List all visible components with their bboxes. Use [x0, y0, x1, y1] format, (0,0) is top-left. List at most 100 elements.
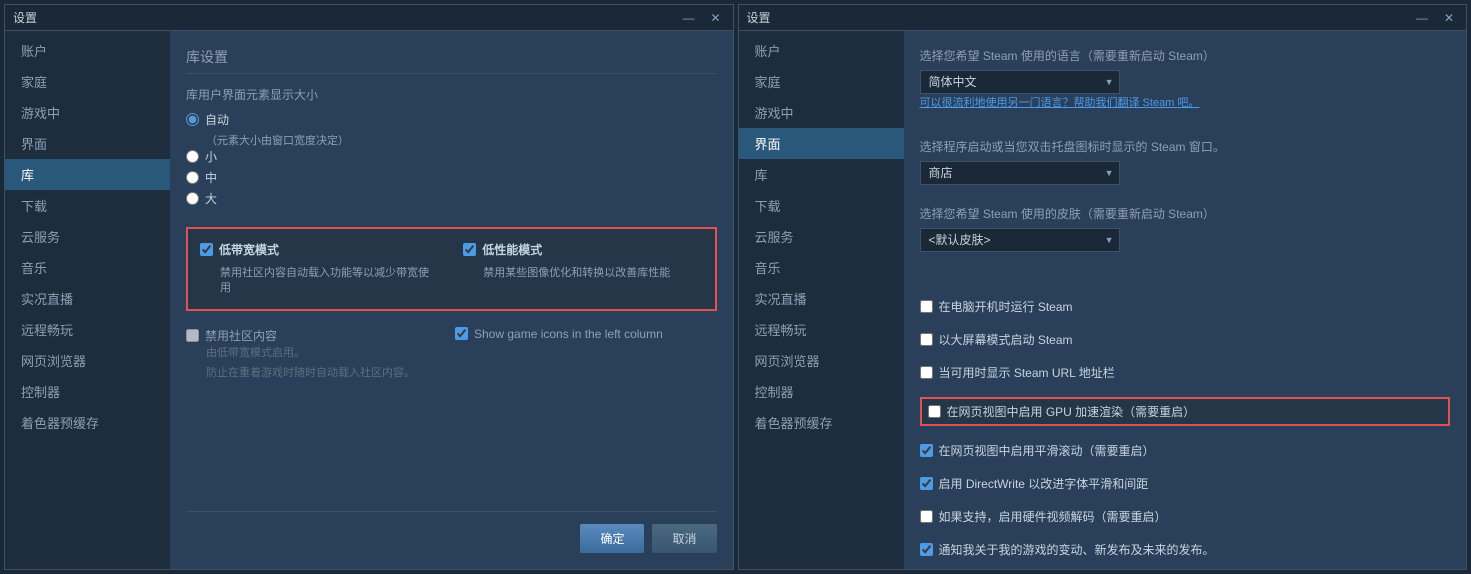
bigpicture-checkbox[interactable] — [920, 333, 933, 346]
sidebar-item-library-left[interactable]: 库 — [5, 159, 170, 190]
skin-group: 选择您希望 Steam 使用的皮肤（需要重新启动 Steam） <默认皮肤> — [920, 205, 1451, 252]
lang-link[interactable]: 可以很流利地使用另一门语言？帮助我们翻译 Steam 吧。 — [920, 94, 1451, 110]
radio-group: 自动 （元素大小由窗口宽度决定） 小 中 大 — [186, 111, 717, 211]
sidebar-item-family-left[interactable]: 家庭 — [5, 66, 170, 97]
sidebar-item-music-left[interactable]: 音乐 — [5, 252, 170, 283]
radio-auto-label: 自动 — [205, 111, 229, 128]
directwrite-row: 启用 DirectWrite 以改进字体平滑和间距 — [920, 475, 1451, 492]
sidebar-item-shader-left[interactable]: 着色器预缓存 — [5, 407, 170, 438]
sidebar-item-downloads-left[interactable]: 下载 — [5, 190, 170, 221]
lang-select-wrapper: 简体中文 — [920, 70, 1120, 94]
sidebar-item-shader-right[interactable]: 着色器预缓存 — [739, 407, 904, 438]
gpu-render-checkbox[interactable] — [928, 405, 941, 418]
right-close-btn[interactable]: ✕ — [1440, 11, 1458, 25]
left-main-content: 库设置 库用户界面元素显示大小 自动 （元素大小由窗口宽度决定） 小 中 — [170, 31, 733, 569]
sidebar-item-library-right[interactable]: 库 — [739, 159, 904, 190]
left-sidebar: 账户 家庭 游戏中 界面 库 下载 云服务 音乐 实况直播 远程畅玩 网页浏览器… — [5, 31, 170, 569]
left-cancel-btn[interactable]: 取消 — [652, 524, 716, 553]
low-perf-item: 低性能模式 — [463, 241, 702, 258]
radio-auto: 自动 — [186, 111, 717, 128]
right-window-body: 账户 家庭 游戏中 界面 库 下载 云服务 音乐 实况直播 远程畅玩 网页浏览器… — [739, 31, 1467, 569]
bottom-checkboxes: 禁用社区内容 由低带宽模式启用。 防止在重着游戏时随时自动载入社区内容。 Sho… — [186, 327, 717, 384]
notify-updates-label: 通知我关于我的游戏的变动、新发布及未来的发布。 — [939, 541, 1215, 558]
sidebar-item-family-right[interactable]: 家庭 — [739, 66, 904, 97]
hw-decode-label: 如果支持，启用硬件视频解码（需要重启） — [939, 508, 1167, 525]
left-section-title: 库设置 — [186, 47, 717, 74]
sidebar-item-cloud-right[interactable]: 云服务 — [739, 221, 904, 252]
sidebar-item-interface-right[interactable]: 界面 — [739, 128, 904, 159]
left-titlebar-controls: — ✕ — [678, 11, 724, 25]
notify-updates-checkbox[interactable] — [920, 543, 933, 556]
url-bar-row: 当可用时显示 Steam URL 地址栏 — [920, 364, 1451, 381]
sidebar-item-account-left[interactable]: 账户 — [5, 35, 170, 66]
smooth-scroll-checkbox[interactable] — [920, 444, 933, 457]
lang-label: 选择您希望 Steam 使用的语言（需要重新启动 Steam） — [920, 47, 1451, 64]
left-titlebar: 设置 — ✕ — [5, 5, 733, 31]
directwrite-label: 启用 DirectWrite 以改进字体平滑和间距 — [939, 475, 1149, 492]
sidebar-item-account-right[interactable]: 账户 — [739, 35, 904, 66]
directwrite-checkbox[interactable] — [920, 477, 933, 490]
url-bar-checkbox[interactable] — [920, 366, 933, 379]
sidebar-item-broadcast-right[interactable]: 实况直播 — [739, 283, 904, 314]
sidebar-item-remote-right[interactable]: 远程畅玩 — [739, 314, 904, 345]
right-main-content: 选择您希望 Steam 使用的语言（需要重新启动 Steam） 简体中文 可以很… — [904, 31, 1467, 569]
right-minimize-btn[interactable]: — — [1412, 11, 1432, 25]
checkbox-section-highlighted: 低带宽模式 禁用社区内容自动载入功能等以减少带宽使用 低性能模式 禁用某些图像优… — [186, 227, 717, 311]
smooth-scroll-row: 在网页视图中启用平滑滚动（需要重启） — [920, 442, 1451, 459]
left-minimize-btn[interactable]: — — [678, 11, 698, 25]
bigpicture-row: 以大屏幕模式启动 Steam — [920, 331, 1451, 348]
radio-medium-input[interactable] — [186, 171, 199, 184]
low-perf-checkbox[interactable] — [463, 243, 476, 256]
sidebar-item-cloud-left[interactable]: 云服务 — [5, 221, 170, 252]
startup-steam-label: 在电脑开机时运行 Steam — [939, 298, 1073, 315]
sidebar-item-controller-right[interactable]: 控制器 — [739, 376, 904, 407]
left-footer: 确定 取消 — [186, 511, 717, 553]
right-titlebar: 设置 — ✕ — [739, 5, 1467, 31]
sidebar-item-ingame-right[interactable]: 游戏中 — [739, 97, 904, 128]
radio-medium-label: 中 — [205, 169, 217, 186]
sidebar-item-ingame-left[interactable]: 游戏中 — [5, 97, 170, 128]
sidebar-item-controller-left[interactable]: 控制器 — [5, 376, 170, 407]
disable-community-checkbox[interactable] — [186, 329, 199, 342]
left-window: 设置 — ✕ 账户 家庭 游戏中 界面 库 下载 云服务 音乐 实况直播 远程畅… — [4, 4, 734, 570]
radio-small-input[interactable] — [186, 150, 199, 163]
sidebar-item-interface-left[interactable]: 界面 — [5, 128, 170, 159]
sidebar-item-downloads-right[interactable]: 下载 — [739, 190, 904, 221]
startup-select-wrapper: 商店 — [920, 161, 1120, 185]
smooth-scroll-label: 在网页视图中启用平滑滚动（需要重启） — [939, 442, 1155, 459]
skin-select-wrapper: <默认皮肤> — [920, 228, 1120, 252]
hw-decode-checkbox[interactable] — [920, 510, 933, 523]
radio-auto-sub: （元素大小由窗口宽度决定） — [206, 132, 717, 148]
low-perf-panel: 低性能模式 禁用某些图像优化和转换以改善库性能 — [451, 229, 714, 309]
radio-large-label: 大 — [205, 190, 217, 207]
startup-select[interactable]: 商店 — [920, 161, 1120, 185]
disable-community-label: 禁用社区内容 — [205, 327, 277, 344]
startup-steam-row: 在电脑开机时运行 Steam — [920, 298, 1451, 315]
disabled-note2: 防止在重着游戏时随时自动载入社区内容。 — [206, 364, 415, 380]
notify-updates-row: 通知我关于我的游戏的变动、新发布及未来的发布。 — [920, 541, 1451, 558]
low-bandwidth-panel: 低带宽模式 禁用社区内容自动载入功能等以减少带宽使用 — [188, 229, 451, 309]
right-sidebar: 账户 家庭 游戏中 界面 库 下载 云服务 音乐 实况直播 远程畅玩 网页浏览器… — [739, 31, 904, 569]
sidebar-item-browser-right[interactable]: 网页浏览器 — [739, 345, 904, 376]
low-bandwidth-checkbox[interactable] — [200, 243, 213, 256]
show-icons-checkbox[interactable] — [455, 327, 468, 340]
skin-select[interactable]: <默认皮肤> — [920, 228, 1120, 252]
left-title: 设置 — [13, 9, 37, 26]
radio-small: 小 — [186, 148, 717, 165]
disabled-note1: 由低带宽模式启用。 — [206, 344, 415, 360]
radio-auto-input[interactable] — [186, 113, 199, 126]
show-icons-row: Show game icons in the left column — [455, 327, 663, 341]
hw-decode-row: 如果支持，启用硬件视频解码（需要重启） — [920, 508, 1451, 525]
url-bar-label: 当可用时显示 Steam URL 地址栏 — [939, 364, 1115, 381]
sidebar-item-browser-left[interactable]: 网页浏览器 — [5, 345, 170, 376]
startup-group: 选择程序启动或当您双击托盘图标时显示的 Steam 窗口。 商店 — [920, 138, 1451, 185]
sidebar-item-remote-left[interactable]: 远程畅玩 — [5, 314, 170, 345]
radio-large-input[interactable] — [186, 192, 199, 205]
lang-select[interactable]: 简体中文 — [920, 70, 1120, 94]
startup-steam-checkbox[interactable] — [920, 300, 933, 313]
left-confirm-btn[interactable]: 确定 — [580, 524, 644, 553]
sidebar-item-music-right[interactable]: 音乐 — [739, 252, 904, 283]
startup-label: 选择程序启动或当您双击托盘图标时显示的 Steam 窗口。 — [920, 138, 1451, 155]
left-close-btn[interactable]: ✕ — [706, 11, 724, 25]
sidebar-item-broadcast-left[interactable]: 实况直播 — [5, 283, 170, 314]
